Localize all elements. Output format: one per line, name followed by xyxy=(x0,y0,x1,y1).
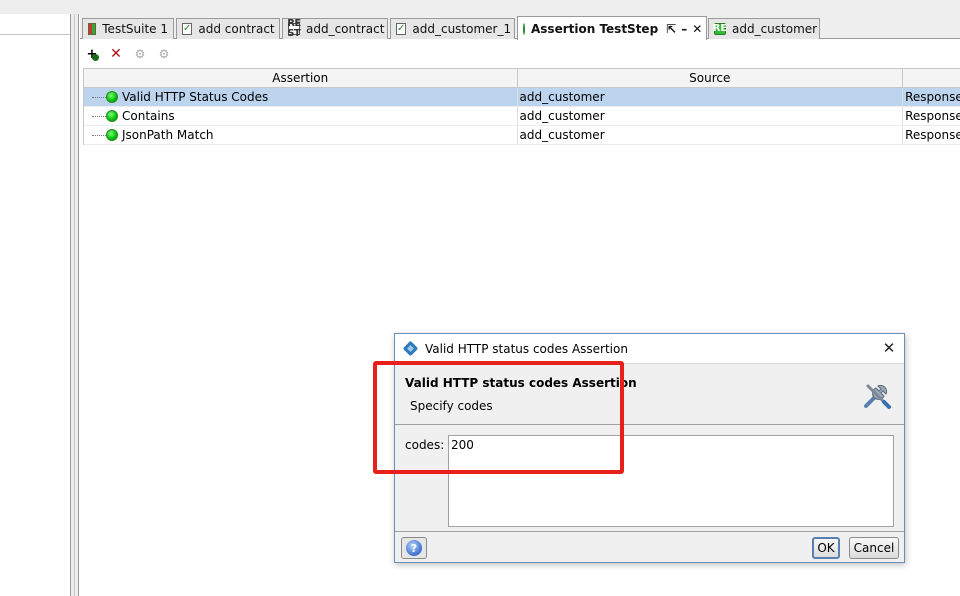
disabled-icon[interactable]: ⚙ xyxy=(156,46,172,62)
codes-label: codes: xyxy=(405,438,445,452)
table-row[interactable]: JsonPath Match add_customer Response xyxy=(84,126,960,145)
window-top-strip xyxy=(0,0,960,14)
close-tab-icon[interactable]: ✕ xyxy=(692,22,702,36)
tree-connector xyxy=(92,135,106,136)
tree-connector xyxy=(92,97,106,98)
assertion-toolbar: + ✕ ⚙ ⚙ xyxy=(84,44,172,64)
assertion-source: add_customer xyxy=(518,88,904,106)
assertion-property: Response xyxy=(905,128,960,142)
assertions-table: Assertion Source Valid HTTP Status Codes… xyxy=(83,68,960,145)
help-button[interactable]: ? xyxy=(401,537,427,559)
valid-http-status-codes-dialog: Valid HTTP status codes Assertion ✕ Vali… xyxy=(394,333,905,563)
remove-assertion-icon[interactable]: ✕ xyxy=(108,46,124,62)
table-header: Assertion Source xyxy=(84,68,960,88)
assertion-property: Response xyxy=(905,109,960,123)
help-icon: ? xyxy=(406,540,422,556)
codes-input[interactable]: 200 xyxy=(448,435,894,527)
navigator-panel xyxy=(0,14,70,596)
minimize-tab-icon[interactable]: – xyxy=(681,22,687,36)
assertion-name: JsonPath Match xyxy=(122,128,214,142)
dialog-footer: ? OK Cancel xyxy=(395,531,904,563)
tab-testsuite-1[interactable]: TestSuite 1 xyxy=(82,18,174,39)
soapui-app-icon xyxy=(403,341,419,357)
rest-request-icon: RE ST xyxy=(287,18,301,39)
add-assertion-icon[interactable]: + xyxy=(84,46,100,62)
status-green-icon xyxy=(106,91,118,103)
panel-splitter[interactable] xyxy=(70,14,79,596)
close-icon[interactable]: ✕ xyxy=(880,339,898,357)
testcase-icon: ✓ xyxy=(396,23,407,35)
dialog-body: codes: 200 xyxy=(395,426,904,530)
column-header-assertion[interactable]: Assertion xyxy=(84,69,518,87)
tools-icon xyxy=(864,384,891,409)
tab-label: add contract xyxy=(198,22,275,36)
tab-add-customer-1[interactable]: ✓ add_customer_1 xyxy=(390,18,515,39)
assertion-property: Response xyxy=(905,90,960,104)
status-green-icon xyxy=(523,22,525,35)
rest-request-green-icon: RE xyxy=(712,23,728,35)
table-row[interactable]: Valid HTTP Status Codes add_customer Res… xyxy=(84,88,960,107)
ok-button[interactable]: OK xyxy=(812,537,840,559)
tab-add-customer[interactable]: RE add_customer xyxy=(708,18,820,39)
tab-label: add_contract xyxy=(306,22,385,36)
tab-label: TestSuite 1 xyxy=(102,22,168,36)
column-header-source[interactable]: Source xyxy=(518,69,904,87)
tab-assertion-teststep[interactable]: Assertion TestStep ⇱ – ✕ xyxy=(517,16,707,40)
status-green-icon xyxy=(106,110,118,122)
tree-connector xyxy=(92,116,106,117)
dialog-title-bar: Valid HTTP status codes Assertion ✕ xyxy=(395,334,904,363)
tab-label: Assertion TestStep xyxy=(531,21,659,36)
tab-label: add_customer xyxy=(732,22,818,36)
testsuite-icon xyxy=(88,23,97,35)
status-green-icon xyxy=(106,129,118,141)
dialog-heading: Valid HTTP status codes Assertion xyxy=(405,376,637,390)
assertion-name: Contains xyxy=(122,109,175,123)
tab-label: add_customer_1 xyxy=(412,22,512,36)
tab-add-contract-request[interactable]: RE ST add_contract xyxy=(282,18,388,39)
detach-tab-icon[interactable]: ⇱ xyxy=(666,22,676,36)
dialog-header: Valid HTTP status codes Assertion Specif… xyxy=(395,363,904,425)
assertion-source: add_customer xyxy=(518,126,904,144)
dialog-title: Valid HTTP status codes Assertion xyxy=(425,341,628,356)
tab-add-contract-testcase[interactable]: ✓ add contract xyxy=(176,18,280,39)
column-header-property[interactable] xyxy=(903,69,960,87)
editor-tab-bar: TestSuite 1 ✓ add contract RE ST add_cont… xyxy=(80,14,960,40)
configure-icon[interactable]: ⚙ xyxy=(132,46,148,62)
cancel-button[interactable]: Cancel xyxy=(849,537,899,559)
testcase-icon: ✓ xyxy=(182,23,193,35)
assertion-source: add_customer xyxy=(518,107,904,125)
assertion-name: Valid HTTP Status Codes xyxy=(122,90,269,104)
table-row[interactable]: Contains add_customer Response xyxy=(84,107,960,126)
dialog-subheading: Specify codes xyxy=(410,399,493,413)
